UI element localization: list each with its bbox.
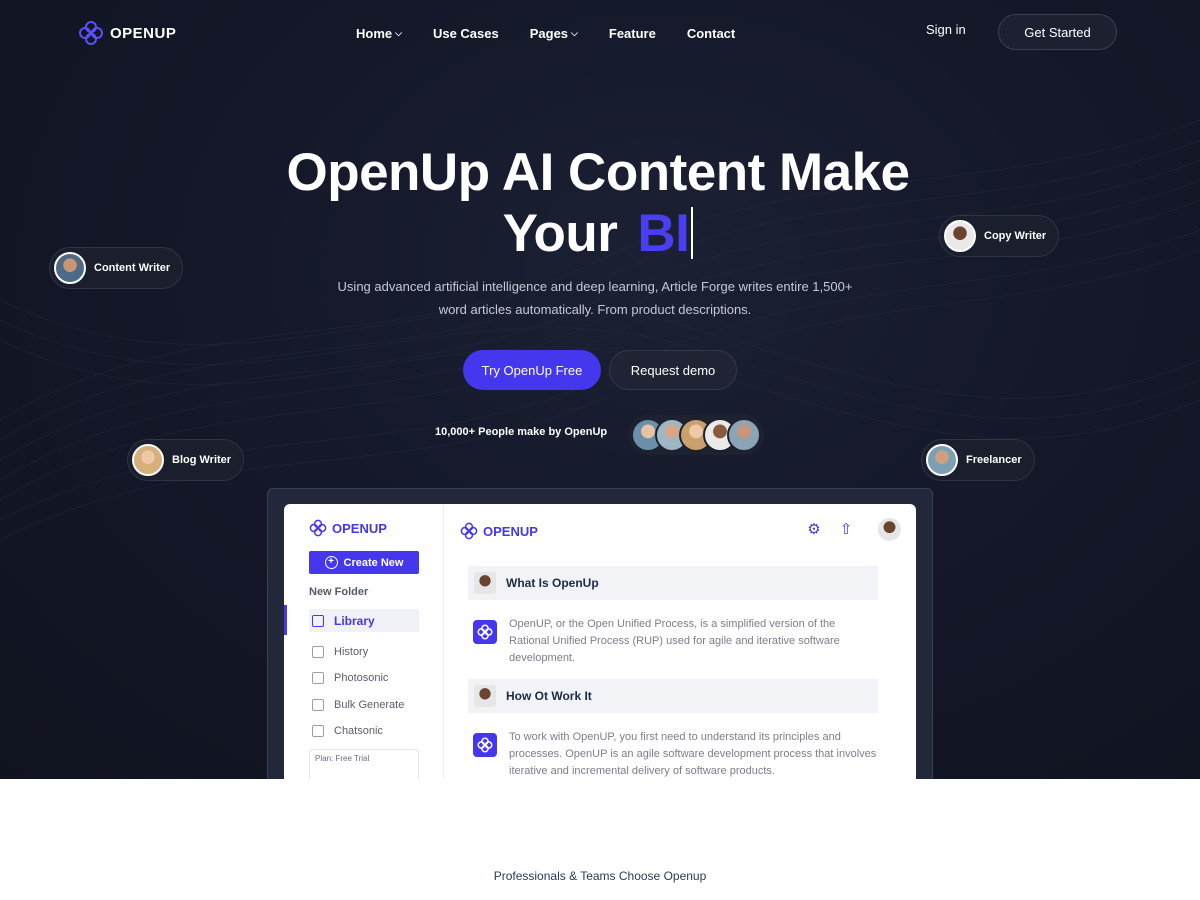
avatar xyxy=(132,444,164,476)
sidebar-item-library-label: Library xyxy=(334,614,375,628)
create-new-button[interactable]: + Create New xyxy=(309,551,419,574)
nav-home-label: Home xyxy=(356,26,393,41)
nav-use-cases[interactable]: Use Cases xyxy=(433,26,499,41)
bookmark-icon xyxy=(312,646,324,658)
avatar xyxy=(727,418,761,452)
hero-subtitle: Using advanced artificial intelligence a… xyxy=(337,279,853,317)
tag-content-writer-label: Content Writer xyxy=(94,262,171,274)
sidebar-item-chatsonic-label: Chatsonic xyxy=(334,725,383,737)
app-main-logo: OPENUP xyxy=(460,522,538,540)
brand-name: OPENUP xyxy=(110,24,177,42)
question-text: How Ot Work It xyxy=(506,689,592,703)
chevron-down-icon: ⌵ xyxy=(395,28,402,38)
avatar-stack xyxy=(628,415,764,455)
avatar xyxy=(474,685,496,707)
app-sidebar-brand: OPENUP xyxy=(332,520,387,536)
chat-icon xyxy=(312,725,324,737)
nav-contact[interactable]: Contact xyxy=(687,26,735,41)
try-free-button[interactable]: Try OpenUp Free xyxy=(463,350,601,390)
answer-text: To work with OpenUP, you first need to u… xyxy=(509,731,877,777)
create-new-label: Create New xyxy=(343,556,404,569)
avatar xyxy=(926,444,958,476)
sidebar-item-photosonic[interactable]: Photosonic xyxy=(312,672,388,684)
avatar xyxy=(474,572,496,594)
nav-home[interactable]: Home ⌵ xyxy=(356,26,402,41)
tag-copy-writer-label: Copy Writer xyxy=(984,230,1047,242)
avatar xyxy=(54,252,86,284)
clover-logo-icon xyxy=(460,522,478,540)
app-preview: OPENUP + Create New New Folder Library H… xyxy=(284,504,916,779)
hero-section: OPENUP Home ⌵ Use Cases Pages ⌵ Feature … xyxy=(0,0,1200,779)
tag-blog-writer-label: Blog Writer xyxy=(172,454,232,466)
answer-row: To work with OpenUP, you first need to u… xyxy=(473,731,878,779)
nav-feature-label: Feature xyxy=(608,26,656,41)
tag-content-writer: Content Writer xyxy=(49,247,184,289)
upload-icon[interactable]: ⇧ xyxy=(838,522,854,538)
new-folder-link[interactable]: New Folder xyxy=(309,586,368,598)
nav-contact-label: Contact xyxy=(686,26,736,41)
tag-copy-writer: Copy Writer xyxy=(939,215,1060,257)
hero-title-your: Your xyxy=(502,204,618,263)
app-sidebar: OPENUP + Create New New Folder Library H… xyxy=(284,504,444,779)
tag-freelancer: Freelancer xyxy=(921,439,1035,481)
question-row: What Is OpenUp xyxy=(468,566,878,600)
answer-text: OpenUP, or the Open Unified Process, is … xyxy=(509,618,840,664)
sidebar-item-history[interactable]: History xyxy=(312,646,368,658)
clover-logo-icon xyxy=(309,519,327,537)
clover-logo-icon xyxy=(473,733,497,757)
sidebar-item-photosonic-label: Photosonic xyxy=(334,672,389,684)
library-icon xyxy=(312,615,324,627)
plan-box: Plan: Free Trial xyxy=(309,749,419,779)
sidebar-item-chatsonic[interactable]: Chatsonic xyxy=(312,725,383,737)
gear-icon[interactable]: ⚙ xyxy=(806,522,822,538)
app-sidebar-logo: OPENUP xyxy=(309,519,387,537)
hero-title-typing: BI xyxy=(637,204,690,263)
chevron-down-icon: ⌵ xyxy=(571,28,578,38)
app-main-brand: OPENUP xyxy=(483,523,538,539)
trust-heading: Professionals & Teams Choose Openup xyxy=(493,869,707,883)
image-icon xyxy=(312,672,324,684)
sidebar-item-history-label: History xyxy=(334,646,369,658)
clover-logo-icon xyxy=(79,21,103,45)
nav-pages[interactable]: Pages ⌵ xyxy=(530,26,578,41)
sidebar-item-bulk-generate-label: Bulk Generate xyxy=(334,699,405,711)
question-text: What Is OpenUp xyxy=(506,576,599,590)
get-started-button[interactable]: Get Started xyxy=(998,14,1117,50)
tag-freelancer-label: Freelancer xyxy=(966,454,1022,466)
question-row: How Ot Work It xyxy=(468,679,878,713)
main-nav: Home ⌵ Use Cases Pages ⌵ Feature Contact xyxy=(356,26,766,41)
brand-logo[interactable]: OPENUP xyxy=(78,20,176,46)
typing-cursor xyxy=(691,207,694,259)
user-avatar[interactable] xyxy=(878,518,901,541)
sidebar-item-bulk-generate[interactable]: Bulk Generate xyxy=(312,699,404,711)
tag-blog-writer: Blog Writer xyxy=(127,439,245,481)
clover-logo-icon xyxy=(473,620,497,644)
nav-use-cases-label: Use Cases xyxy=(432,26,499,41)
sidebar-item-library[interactable]: Library xyxy=(312,614,375,628)
answer-row: OpenUP, or the Open Unified Process, is … xyxy=(473,618,878,667)
document-icon xyxy=(312,699,324,711)
sign-in-link[interactable]: Sign in xyxy=(926,22,966,37)
request-demo-button[interactable]: Request demo xyxy=(609,350,737,390)
active-indicator xyxy=(284,605,287,635)
plan-label: Plan: Free Trial xyxy=(315,754,370,763)
nav-feature[interactable]: Feature xyxy=(609,26,656,41)
nav-pages-label: Pages xyxy=(529,26,569,41)
plus-icon: + xyxy=(324,556,338,569)
hero-title-line1: OpenUp AI Content Make xyxy=(286,143,910,202)
social-proof-text: 10,000+ People make by OpenUp xyxy=(435,426,608,438)
avatar xyxy=(944,220,976,252)
